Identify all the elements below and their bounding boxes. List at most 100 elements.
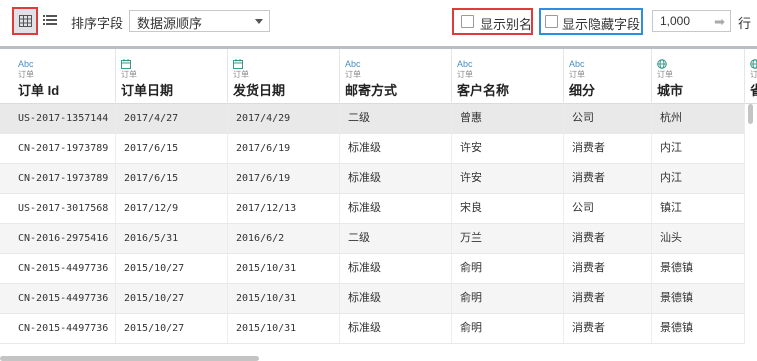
table-cell: 消费者 xyxy=(564,224,652,253)
show-alias-highlight: 显示别名 xyxy=(452,8,533,35)
table-cell: 内江 xyxy=(652,134,745,163)
table-cell: 2016/6/2 xyxy=(228,224,340,253)
table-cell: 消费者 xyxy=(564,314,652,343)
table-cell: CN-2015-4497736 xyxy=(13,314,116,343)
table-row[interactable]: CN-2015-4497736 2015/10/27 2015/10/31 标准级 俞明… xyxy=(0,284,745,314)
row-count-value: 1,000 xyxy=(660,14,691,28)
column-header[interactable]: 订单 城市 xyxy=(652,49,745,104)
table-row[interactable]: US-2017-1357144 2017/4/27 2017/4/29 二级 曾惠 公司杭… xyxy=(0,104,745,134)
table-cell: CN-2017-1973789 xyxy=(13,134,116,163)
table-cell: 俞明 xyxy=(452,254,564,283)
column-name: 邮寄方式 xyxy=(345,83,398,98)
column-name: 客户名称 xyxy=(457,83,510,98)
show-alias-label[interactable]: 显示别名 xyxy=(480,14,532,33)
column-name: 订单日期 xyxy=(121,83,174,98)
table-cell: 标准级 xyxy=(340,254,452,283)
arrow-right-icon[interactable]: ➡ xyxy=(714,14,725,30)
column-header[interactable]: 订单 发货日期 xyxy=(228,49,340,104)
table-row[interactable]: CN-2017-1973789 2017/6/15 2017/6/19 标准级 许安 消费… xyxy=(0,134,745,164)
calendar-icon xyxy=(233,59,339,70)
table-cell: 2016/5/31 xyxy=(116,224,228,253)
column-header[interactable]: 订单 订单日期 xyxy=(116,49,228,104)
table-cell: 许安 xyxy=(452,134,564,163)
column-source: 订单 xyxy=(18,70,34,79)
table-cell: 标准级 xyxy=(340,134,452,163)
show-hidden-fields-highlight: 显示隐藏字段 xyxy=(539,8,643,35)
table-header: Abc 订单 订单 Id 订单 订单日期 订单 发货日期 Abc 订单 邮寄方式 Abc 订单 客户名称… xyxy=(0,46,757,104)
table-cell: 消费者 xyxy=(564,164,652,193)
table-cell: 2017/4/29 xyxy=(228,104,340,133)
grid-view-button[interactable] xyxy=(12,7,38,35)
table-cell: 公司 xyxy=(564,194,652,223)
grid-icon xyxy=(18,15,32,27)
column-header[interactable]: Abc 订单细分 xyxy=(564,49,652,104)
table-cell: 消费者 xyxy=(564,284,652,313)
table-cell: 2015/10/31 xyxy=(228,284,340,313)
table-cell: 曾惠 xyxy=(452,104,564,133)
table-cell: 俞明 xyxy=(452,284,564,313)
table-row[interactable]: CN-2015-4497736 2015/10/27 2015/10/31 标准级 俞明… xyxy=(0,314,745,344)
column-header[interactable]: Abc 订单 客户名称 xyxy=(452,49,564,104)
table-cell: 内江 xyxy=(652,164,745,193)
list-view-button[interactable] xyxy=(43,13,57,31)
row-count-input[interactable]: 1,000 ➡ xyxy=(652,10,731,32)
table-cell: 二级 xyxy=(340,104,452,133)
table-cell: CN-2017-1973789 xyxy=(13,164,116,193)
show-hidden-fields-checkbox[interactable] xyxy=(545,15,558,28)
table-cell: CN-2015-4497736 xyxy=(13,284,116,313)
table-cell: 2015/10/31 xyxy=(228,314,340,343)
table-cell: 2015/10/27 xyxy=(116,284,228,313)
string-type-icon: Abc xyxy=(569,59,585,69)
table-row[interactable]: CN-2016-2975416 2016/5/31 2016/6/2 二级 万兰 消费者汕… xyxy=(0,224,745,254)
table-row[interactable]: US-2017-3017568 2017/12/9 2017/12/13 标准级 宋良公… xyxy=(0,194,745,224)
show-alias-checkbox[interactable] xyxy=(461,15,474,28)
sort-field-select[interactable]: 数据源顺序 xyxy=(129,10,270,32)
column-source: 订单 xyxy=(750,70,757,79)
show-hidden-fields-label[interactable]: 显示隐藏字段 xyxy=(562,14,640,33)
table-cell: US-2017-3017568 xyxy=(13,194,116,223)
list-icon xyxy=(43,15,57,25)
column-name: 细分 xyxy=(569,83,596,98)
string-type-icon: Abc xyxy=(18,59,34,69)
table-cell: 俞明 xyxy=(452,314,564,343)
vertical-scrollbar[interactable] xyxy=(748,104,753,124)
column-name: 城市 xyxy=(657,83,684,98)
table-cell: 2017/12/13 xyxy=(228,194,340,223)
table-cell: 2015/10/27 xyxy=(116,254,228,283)
table-cell: 二级 xyxy=(340,224,452,253)
table-cell: 宋良 xyxy=(452,194,564,223)
table-cell: 消费者 xyxy=(564,134,652,163)
horizontal-scrollbar[interactable] xyxy=(0,356,259,361)
string-type-icon: Abc xyxy=(345,59,361,69)
table-cell: 标准级 xyxy=(340,194,452,223)
column-header[interactable]: 订单省 xyxy=(745,49,757,104)
table-cell: 标准级 xyxy=(340,314,452,343)
column-name: 订单 Id xyxy=(18,83,60,98)
table-cell: 汕头 xyxy=(652,224,745,253)
table-cell: 2017/12/9 xyxy=(116,194,228,223)
table-cell: CN-2016-2975416 xyxy=(13,224,116,253)
table-cell: 景德镇 xyxy=(652,254,745,283)
column-header[interactable]: Abc 订单订单 Id xyxy=(13,49,116,104)
toolbar: 排序字段 数据源顺序 显示别名 显示隐藏字段 1,000 ➡ 行 xyxy=(0,0,757,46)
column-source: 订单 xyxy=(121,70,137,79)
column-name: 省 xyxy=(750,83,757,98)
table-row[interactable]: CN-2015-4497736 2015/10/27 2015/10/31 标准级 俞明… xyxy=(0,254,745,284)
column-source: 订单 xyxy=(569,70,585,79)
row-count-label: 行 xyxy=(738,16,752,31)
table-cell: CN-2015-4497736 xyxy=(13,254,116,283)
table-cell: 2017/6/19 xyxy=(228,134,340,163)
globe-icon xyxy=(750,59,757,70)
table-cell: 标准级 xyxy=(340,164,452,193)
column-header[interactable]: Abc 订单 邮寄方式 xyxy=(340,49,452,104)
table-cell: US-2017-1357144 xyxy=(13,104,116,133)
table-cell: 2015/10/27 xyxy=(116,314,228,343)
table-cell: 消费者 xyxy=(564,254,652,283)
globe-icon xyxy=(657,59,744,70)
table-cell: 景德镇 xyxy=(652,284,745,313)
column-source: 订单 xyxy=(233,70,249,79)
table-cell: 2015/10/31 xyxy=(228,254,340,283)
string-type-icon: Abc xyxy=(457,59,473,69)
table-row[interactable]: CN-2017-1973789 2017/6/15 2017/6/19 标准级 许安 消费… xyxy=(0,164,745,194)
table-cell: 景德镇 xyxy=(652,314,745,343)
